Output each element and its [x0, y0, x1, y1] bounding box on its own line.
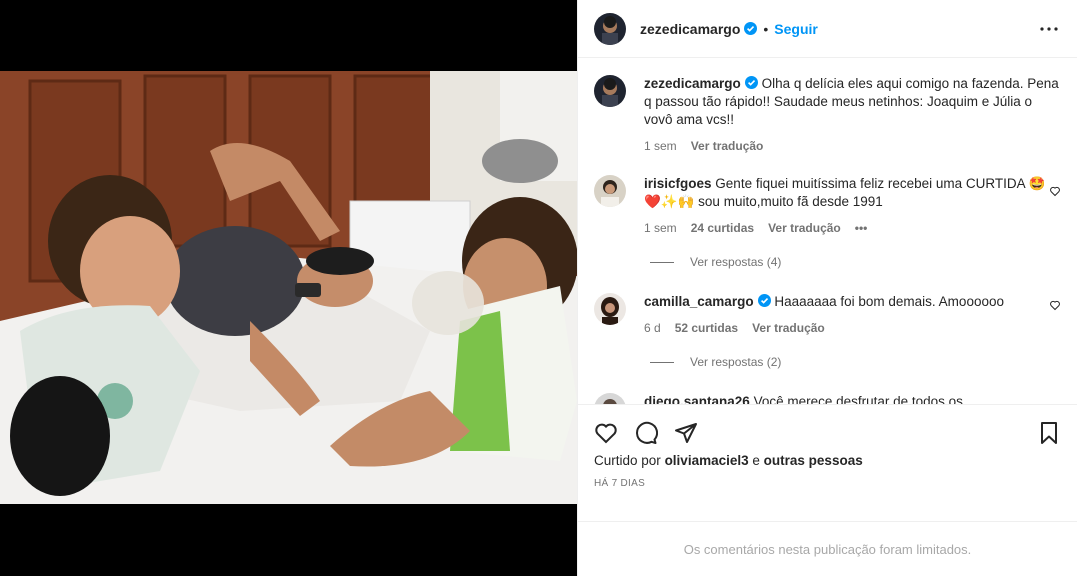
caption-username[interactable]: zezedicamargo — [644, 76, 741, 91]
comment-translate-link[interactable]: Ver tradução — [768, 219, 841, 237]
comment-age[interactable]: 1 sem — [644, 219, 677, 237]
author-username[interactable]: zezedicamargo — [640, 21, 740, 37]
commenter-username[interactable]: irisicfgoes — [644, 176, 712, 191]
author-avatar[interactable] — [594, 12, 626, 45]
verified-icon — [744, 22, 758, 35]
comment-meta: 6 d 52 curtidas Ver tradução — [644, 319, 1061, 337]
comment-text: Haaaaaaa foi bom demais. Amoooooo — [774, 294, 1004, 309]
heart-icon[interactable] — [1049, 299, 1061, 311]
comment-likes[interactable]: 24 curtidas — [691, 219, 754, 237]
comment-item: camilla_camargo Haaaaaaa foi bom demais.… — [594, 293, 1061, 337]
caption: zezedicamargo Olha q delícia eles aqui c… — [594, 75, 1061, 155]
caption-text-block: zezedicamargo Olha q delícia eles aqui c… — [644, 75, 1061, 129]
comment-meta: 1 sem 24 curtidas Ver tradução ••• — [644, 219, 1061, 237]
liked-conj: e — [752, 453, 760, 468]
share-icon[interactable] — [674, 421, 698, 445]
commenter-avatar[interactable] — [594, 393, 626, 404]
commenter-avatar[interactable] — [594, 175, 626, 207]
avatar-image-icon — [594, 293, 626, 325]
avatar-image-icon — [594, 393, 626, 404]
liked-by: Curtido por oliviamaciel3 e outras pesso… — [594, 453, 1061, 468]
comment-translate-link[interactable]: Ver tradução — [752, 319, 825, 337]
post-header: zezedicamargo • Seguir — [578, 0, 1077, 58]
comment-text-block: camilla_camargo Haaaaaaa foi bom demais.… — [644, 293, 1061, 311]
view-replies-button[interactable]: Ver respostas (2) — [650, 355, 781, 369]
commenter-username[interactable]: camilla_camargo — [644, 294, 754, 309]
comment-text-block: irisicfgoes Gente fiquei muitíssima feli… — [644, 175, 1061, 211]
comment-text-block: diego.santana26 Você merece desfrutar de… — [644, 393, 1061, 404]
comment-item: diego.santana26 Você merece desfrutar de… — [594, 393, 1061, 404]
separator-dot: • — [763, 20, 769, 37]
caption-translate-link[interactable]: Ver tradução — [691, 137, 764, 155]
comment-likes[interactable]: 52 curtidas — [675, 319, 738, 337]
post-photo[interactable] — [0, 71, 577, 504]
caption-meta: 1 sem Ver tradução — [644, 137, 1061, 155]
verified-icon — [757, 294, 771, 307]
comment-age[interactable]: 6 d — [644, 319, 661, 337]
avatar-image-icon — [594, 75, 626, 107]
more-icon — [1040, 26, 1058, 31]
more-options-button[interactable] — [1037, 17, 1061, 41]
commenter-username[interactable]: diego.santana26 — [644, 394, 750, 404]
view-replies-label: Ver respostas (4) — [690, 255, 782, 269]
comments-scroll-area[interactable]: zezedicamargo Olha q delícia eles aqui c… — [578, 59, 1077, 404]
post-media — [0, 0, 577, 576]
avatar-image-icon — [594, 12, 626, 45]
comments-limited-notice: Os comentários nesta publicação foram li… — [578, 521, 1077, 576]
post-actions: Curtido por oliviamaciel3 e outras pesso… — [578, 404, 1077, 489]
comment-text: Você merece desfrutar de todos os — [753, 394, 963, 404]
save-icon[interactable] — [1037, 421, 1061, 445]
follow-button[interactable]: Seguir — [774, 21, 818, 37]
replies-divider — [650, 261, 674, 263]
replies-divider — [650, 361, 674, 363]
commenter-avatar[interactable] — [594, 293, 626, 325]
comment-icon[interactable] — [634, 421, 658, 445]
post-date[interactable]: HÁ 7 DIAS — [594, 478, 1061, 489]
comment-item: irisicfgoes Gente fiquei muitíssima feli… — [594, 175, 1061, 237]
post-dialog: zezedicamargo • Seguir zezedicamargo Olh… — [0, 0, 1077, 576]
caption-age[interactable]: 1 sem — [644, 137, 677, 155]
verified-icon — [744, 76, 758, 89]
post-photo-illustration — [0, 71, 577, 504]
liked-others[interactable]: outras pessoas — [764, 453, 863, 468]
liked-prefix: Curtido por — [594, 453, 661, 468]
liked-user[interactable]: oliviamaciel3 — [665, 453, 749, 468]
heart-icon[interactable] — [1049, 185, 1061, 197]
view-replies-button[interactable]: Ver respostas (4) — [650, 255, 781, 269]
comment-more-options[interactable]: ••• — [855, 219, 868, 237]
heart-icon[interactable] — [594, 421, 618, 445]
caption-avatar[interactable] — [594, 75, 626, 107]
post-side-panel: zezedicamargo • Seguir zezedicamargo Olh… — [577, 0, 1077, 576]
avatar-image-icon — [594, 175, 626, 207]
view-replies-label: Ver respostas (2) — [690, 355, 782, 369]
